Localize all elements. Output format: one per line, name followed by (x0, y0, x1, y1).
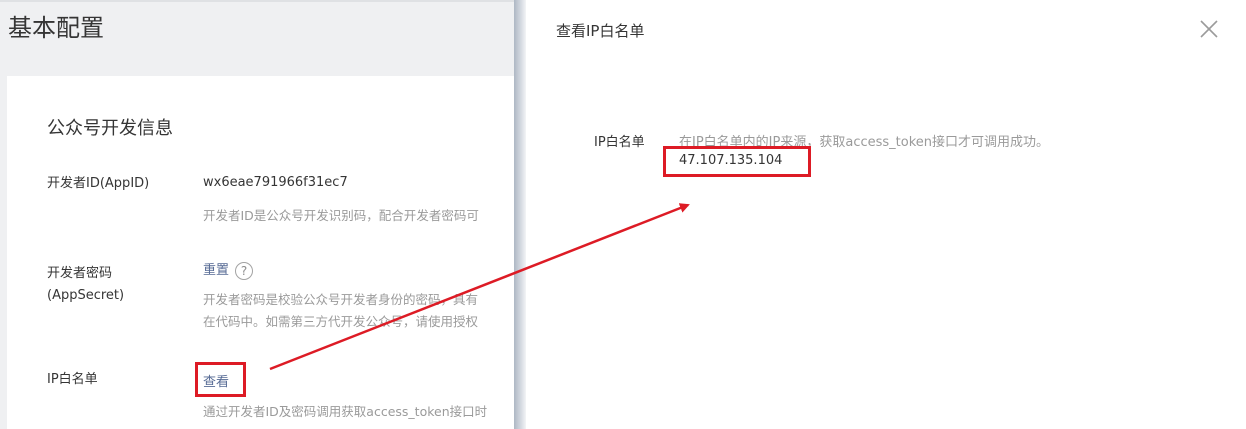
ip-whitelist-dialog: 查看IP白名单 IP白名单 在IP白名单内的IP来源，获取access_toke… (526, 0, 1246, 429)
view-whitelist-link[interactable]: 查看 (203, 375, 229, 390)
dialog-title: 查看IP白名单 (556, 22, 645, 40)
whitelist-label: IP白名单 (47, 372, 98, 387)
secret-desc-line2: 在代码中。如需第三方代开发公众号，请使用授权 (203, 314, 479, 329)
reset-secret-link[interactable]: 重置 (203, 263, 229, 278)
basic-config-page: 基本配置 公众号开发信息 开发者ID(AppID) wx6eae791966f3… (0, 0, 516, 429)
appid-value: wx6eae791966f31ec7 (203, 175, 348, 190)
help-icon[interactable]: ? (235, 261, 254, 280)
whitelist-ip: 47.107.135.104 (679, 153, 783, 168)
secret-label-line2: (AppSecret) (47, 288, 125, 303)
whitelist-field-label: IP白名单 (594, 135, 645, 150)
whitelist-desc: 通过开发者ID及密码调用获取access_token接口时 (203, 404, 488, 419)
secret-desc-line1: 开发者密码是校验公众号开发者身份的密码，具有 (203, 292, 479, 307)
appid-desc: 开发者ID是公众号开发识别码，配合开发者密码可 (203, 208, 479, 223)
secret-label-line1: 开发者密码 (47, 266, 113, 281)
section-title: 公众号开发信息 (47, 118, 173, 139)
whitelist-hint: 在IP白名单内的IP来源，获取access_token接口才可调用成功。 (679, 135, 1050, 150)
secret-reset-group: 重置? (203, 259, 254, 280)
dev-info-card: 公众号开发信息 开发者ID(AppID) wx6eae791966f31ec7 … (7, 76, 516, 429)
appid-label: 开发者ID(AppID) (47, 176, 150, 191)
close-icon[interactable] (1198, 18, 1220, 40)
top-border (0, 0, 516, 2)
dialog-divider (514, 0, 526, 429)
page-title: 基本配置 (8, 14, 104, 42)
whitelist-view-wrap: 查看 (203, 371, 229, 390)
